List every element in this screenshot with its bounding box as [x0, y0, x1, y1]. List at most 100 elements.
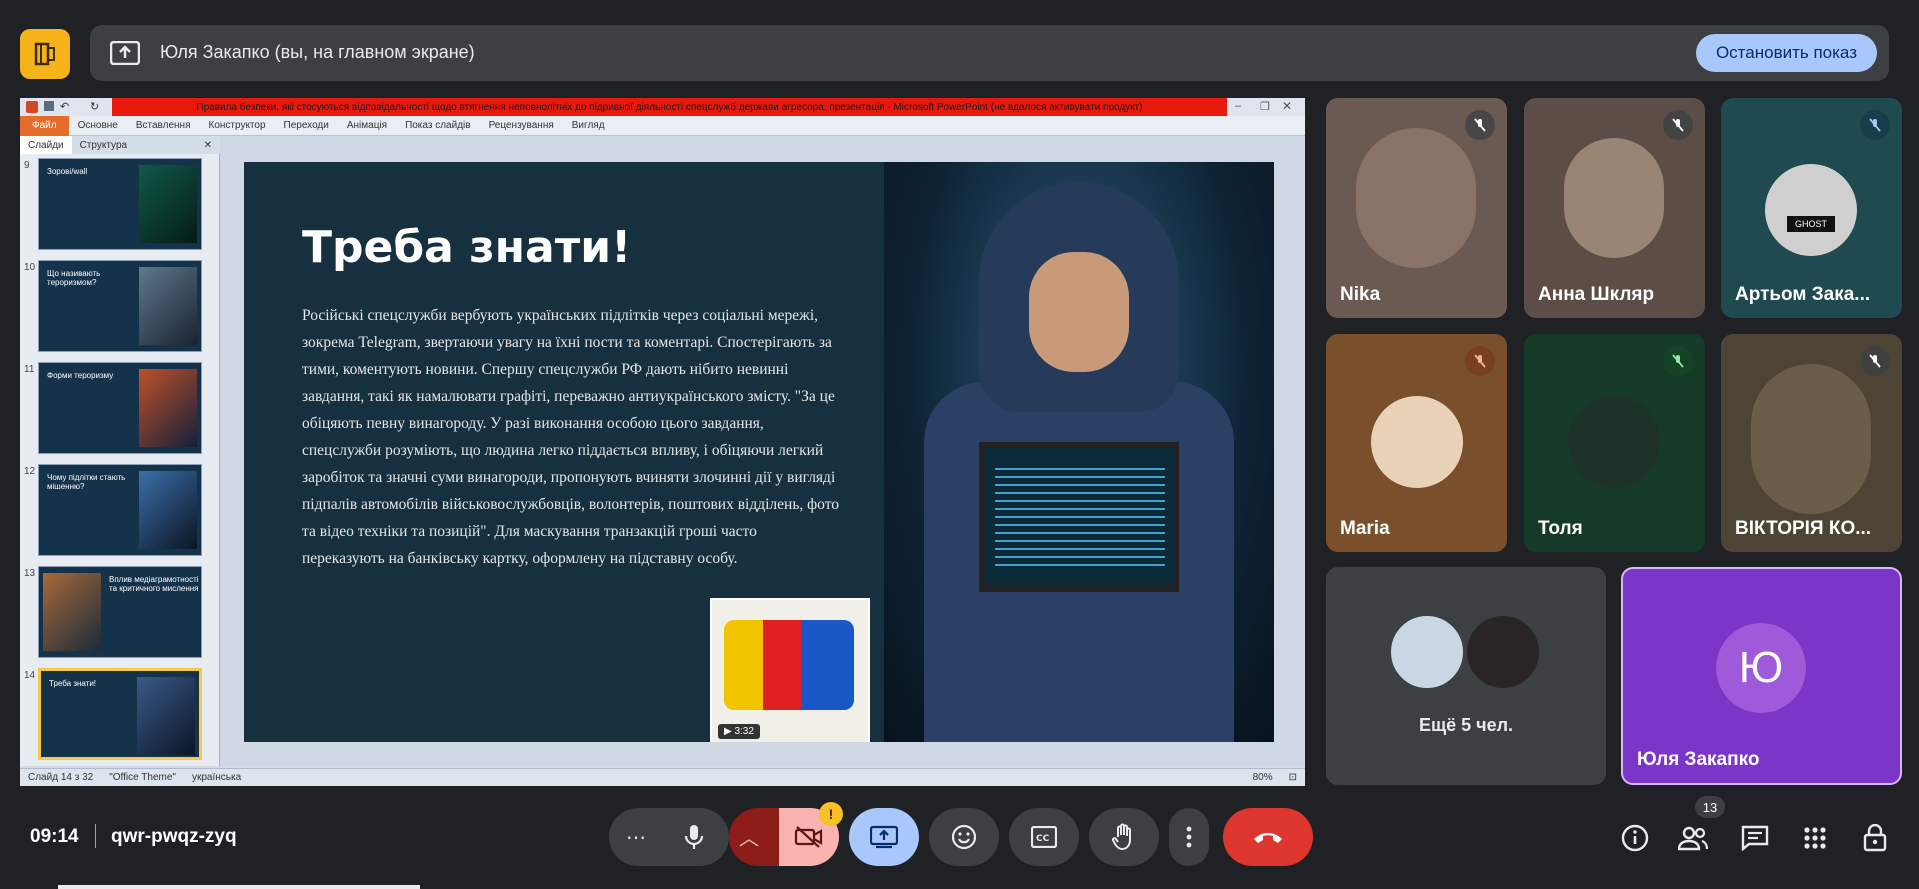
slide-number: 13: [24, 568, 36, 579]
video-preview-image: [724, 620, 854, 710]
mic-off-icon: [1663, 346, 1693, 376]
mic-off-icon: [1860, 346, 1890, 376]
save-icon[interactable]: [44, 101, 54, 111]
thumbnail-image: Що називають тероризмом?: [38, 260, 202, 352]
participant-avatar: GHOST: [1765, 164, 1857, 256]
participant-name: Артьом Зака...: [1735, 284, 1871, 305]
face-shape: [1029, 252, 1129, 372]
more-options-button[interactable]: [1169, 808, 1209, 866]
present-screen-icon: [109, 40, 141, 70]
info-icon: [1621, 824, 1649, 852]
thumbnail-title: Чому підлітки стають мішенню?: [47, 473, 126, 491]
ribbon-tab-design[interactable]: Конструктор: [200, 120, 275, 131]
more-participants-label: Ещё 5 чел.: [1418, 715, 1514, 735]
ribbon-tab-animations[interactable]: Анімація: [338, 120, 396, 131]
slide-thumbnail[interactable]: 13 Вплив медіаграмотності та критичного …: [20, 566, 210, 662]
participant-tile[interactable]: Maria: [1326, 334, 1507, 552]
apps-grid-icon: [1804, 827, 1826, 849]
participant-name: Анна Шкляр: [1538, 284, 1655, 305]
activities-button[interactable]: [1795, 818, 1835, 858]
more-participants-tile[interactable]: Ещё 5 чел.: [1326, 567, 1606, 785]
thumbnail-image: Треба знати!: [38, 668, 202, 760]
presenting-banner: Юля Закапко (вы, на главном экране) Оста…: [90, 25, 1889, 81]
participant-tile[interactable]: Толя: [1524, 334, 1705, 552]
chat-button[interactable]: [1735, 818, 1775, 858]
participant-tile[interactable]: Анна Шкляр: [1524, 98, 1705, 318]
tab-outline[interactable]: Структура: [72, 140, 135, 151]
shared-screen: ↶ ↻ Правила безпеки, які стосуються відп…: [20, 98, 1305, 786]
participant-tile[interactable]: GHOST Артьом Зака...: [1721, 98, 1902, 318]
people-button[interactable]: [1673, 818, 1713, 858]
hand-icon: [1112, 823, 1131, 851]
ribbon-tab-review[interactable]: Рецензування: [480, 120, 563, 131]
thumbnail-title: Що називають тероризмом?: [47, 269, 101, 287]
thumbnail-image: Зорові/wall: [38, 158, 202, 250]
microphone-button[interactable]: [669, 812, 719, 862]
video-duration-text: 3:32: [734, 726, 754, 737]
clock: 09:14: [30, 826, 79, 847]
leave-call-button[interactable]: [1223, 808, 1313, 866]
ribbon-tab-file[interactable]: Файл: [20, 115, 69, 136]
svg-text:CC: CC: [1036, 834, 1050, 844]
camera-options-chevron-icon[interactable]: ︿: [739, 822, 759, 851]
participant-video: [1751, 364, 1871, 514]
thumbnail-image: Чому підлітки стають мішенню?: [38, 464, 202, 556]
more-vert-icon: [1186, 826, 1192, 848]
participant-name: Nika: [1340, 284, 1381, 305]
slide-title: Треба знати!: [302, 222, 632, 273]
embedded-video[interactable]: ▶ 3:32: [710, 598, 870, 742]
ppt-window-title: Правила безпеки, які стосуються відповід…: [112, 98, 1227, 116]
slide-counter: Слайд 14 з 32: [28, 772, 94, 783]
tab-slides[interactable]: Слайди: [20, 136, 72, 154]
raise-hand-button[interactable]: [1089, 808, 1159, 866]
meeting-info-button[interactable]: [1615, 818, 1655, 858]
lock-person-icon: [1863, 824, 1887, 852]
meeting-code: qwr-pwqz-zyq: [111, 826, 237, 847]
host-controls-button[interactable]: [1855, 818, 1895, 858]
thumbnail-title: Форми тероризму: [47, 371, 114, 380]
people-icon: [1678, 826, 1708, 851]
mic-off-icon: [1465, 346, 1495, 376]
reactions-button[interactable]: [929, 808, 999, 866]
ribbon-tab-transitions[interactable]: Переходи: [275, 120, 338, 131]
thumbnail-title: Вплив медіаграмотності та критичного мис…: [109, 575, 199, 593]
microphone-icon: [684, 825, 704, 849]
mic-control-group: ⋯: [609, 808, 729, 866]
participant-tile[interactable]: Nika: [1326, 98, 1507, 318]
present-screen-icon: [870, 825, 898, 849]
minimize-icon[interactable]: –: [1235, 100, 1241, 112]
zoom-level: 80%: [1252, 772, 1273, 783]
ribbon-tab-home[interactable]: Основне: [69, 120, 127, 131]
laptop-shape: [979, 442, 1179, 592]
mic-off-icon: [1663, 110, 1693, 140]
taskbar-indicator: [58, 885, 420, 889]
slide-thumbnail[interactable]: 9 Зорові/wall: [20, 158, 210, 254]
self-tile[interactable]: Ю Юля Закапко: [1621, 567, 1902, 785]
stop-presenting-button[interactable]: Остановить показ: [1695, 34, 1877, 72]
panel-tabs: Слайди Структура ✕: [20, 136, 220, 154]
captions-button[interactable]: CC: [1009, 808, 1079, 866]
slide-thumbnail[interactable]: 11 Форми тероризму: [20, 362, 210, 458]
participant-avatar: [1464, 613, 1542, 691]
slide-thumbnail[interactable]: 12 Чому підлітки стають мішенню?: [20, 464, 210, 560]
participant-tile[interactable]: ВІКТОРІЯ КО...: [1721, 334, 1902, 552]
video-duration: ▶ 3:32: [718, 724, 760, 739]
undo-icon[interactable]: ↶: [60, 100, 69, 113]
ribbon-tab-slideshow[interactable]: Показ слайдів: [396, 120, 480, 131]
slide-body-text: Російські спецслужби вербують українськи…: [302, 307, 840, 567]
close-panel-icon[interactable]: ✕: [196, 140, 220, 151]
present-now-button[interactable]: [849, 808, 919, 866]
restore-icon[interactable]: ❐: [1260, 100, 1270, 113]
more-audio-options-icon[interactable]: ⋯: [619, 820, 653, 854]
slide-number: 12: [24, 466, 36, 477]
ribbon-tab-insert[interactable]: Вставлення: [127, 120, 200, 131]
captions-icon: CC: [1031, 826, 1057, 848]
fit-window-icon[interactable]: ⊡: [1281, 772, 1305, 783]
ribbon-tab-view[interactable]: Вигляд: [563, 120, 614, 131]
slide-thumbnail-selected[interactable]: 14 Треба знати!: [20, 668, 210, 764]
slide-thumbnail[interactable]: 10 Що називають тероризмом?: [20, 260, 210, 356]
redo-icon[interactable]: ↻: [90, 100, 99, 113]
close-icon[interactable]: ✕: [1282, 99, 1292, 113]
theme-name: "Office Theme": [109, 772, 176, 783]
slide-number: 10: [24, 262, 36, 273]
